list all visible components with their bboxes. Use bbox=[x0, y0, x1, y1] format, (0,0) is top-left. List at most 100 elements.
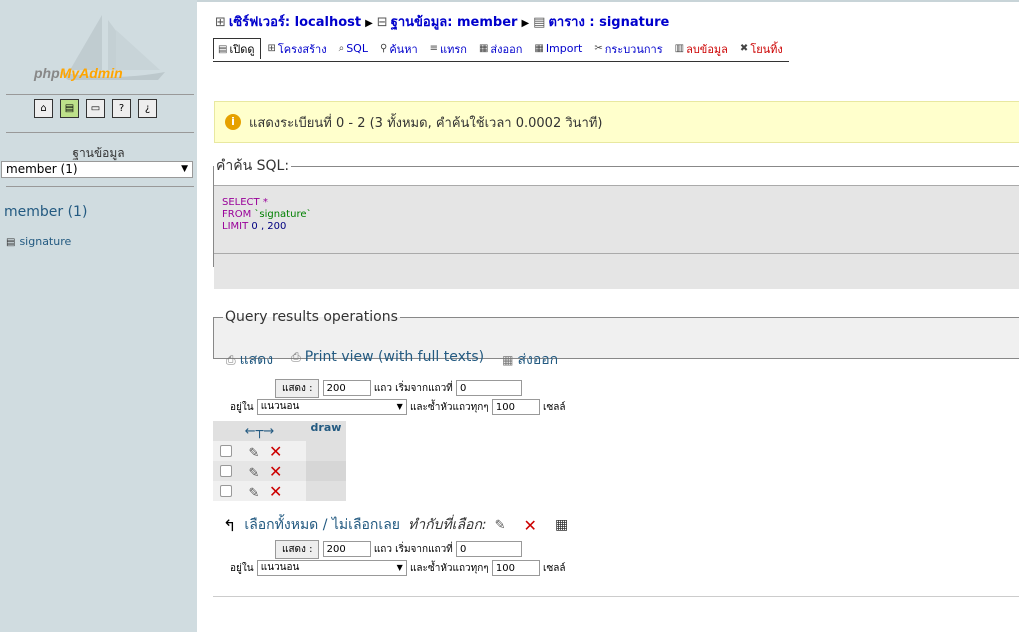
tab-drop[interactable]: ✖ โยนทิ้ง bbox=[736, 38, 789, 59]
repeat-headers-input[interactable]: 100 bbox=[491, 560, 540, 576]
tab-label: โยนทิ้ง bbox=[750, 42, 783, 56]
import-icon: ▦ bbox=[534, 43, 544, 54]
tab-empty[interactable]: ▥ ลบข้อมูล bbox=[671, 38, 734, 59]
pencil-icon[interactable]: ✎ bbox=[239, 446, 269, 461]
tab-browse[interactable]: ▤ เปิดดู bbox=[213, 38, 262, 59]
row-checkbox[interactable] bbox=[220, 464, 232, 477]
start-row-input[interactable]: 0 bbox=[455, 380, 522, 396]
sql-icon: ⌕ bbox=[338, 43, 345, 54]
drop-icon: ✖ bbox=[739, 43, 749, 54]
table-cell bbox=[306, 461, 346, 481]
column-header-draw[interactable]: draw bbox=[306, 421, 346, 441]
breadcrumb-database[interactable]: ฐานข้อมูล: member bbox=[391, 15, 518, 30]
exit-icon[interactable]: ▤ bbox=[60, 99, 79, 118]
table-icon: ▤ bbox=[6, 237, 16, 248]
rows-input[interactable]: 200 bbox=[322, 380, 371, 396]
database-select[interactable]: member (1) ▼ bbox=[1, 161, 193, 178]
sidebar-divider bbox=[6, 132, 194, 133]
row-checkbox[interactable] bbox=[220, 484, 232, 497]
chevron-down-icon: ▼ bbox=[396, 402, 403, 411]
print-view-label: Print view (with full texts) bbox=[304, 349, 485, 365]
home-icon[interactable]: ⌂ bbox=[34, 99, 53, 118]
print-icon: ⎙ bbox=[291, 350, 301, 364]
print-view-link[interactable]: ⎙ Print view (with full texts) bbox=[291, 349, 484, 371]
pencil-icon[interactable]: ✎ bbox=[239, 486, 269, 501]
navigation-row-bottom-2: อยู่ใน แนวนอน ▼ และซ้ำหัวแถวทุกๆ 100 เซลล… bbox=[230, 560, 566, 576]
delete-icon[interactable]: ✕ bbox=[269, 442, 282, 461]
chevron-down-icon: ▼ bbox=[396, 563, 403, 572]
display-mode-select[interactable]: แนวนอน ▼ bbox=[256, 399, 407, 415]
breadcrumb-separator-icon: ▶ bbox=[521, 18, 530, 29]
show-link[interactable]: ⎙ แสดง bbox=[226, 349, 273, 371]
cells-label: เซลล์ bbox=[543, 402, 566, 413]
browse-icon: ▤ bbox=[218, 43, 228, 55]
show-button[interactable]: แสดง : bbox=[275, 379, 320, 398]
display-mode-select[interactable]: แนวนอน ▼ bbox=[256, 560, 407, 576]
show-label: แสดง bbox=[239, 352, 274, 368]
documentation-icon[interactable]: ? bbox=[112, 99, 131, 118]
repeat-label: และซ้ำหัวแถวทุกๆ bbox=[409, 402, 489, 413]
tab-search[interactable]: ⚲ ค้นหา bbox=[376, 38, 424, 59]
tab-bar: ▤ เปิดดู ⊞ โครงสร้าง ⌕ SQL ⚲ ค้นหา ≡ แทรก ▦ ส่… bbox=[213, 38, 789, 62]
export-icon[interactable]: ▦ bbox=[555, 517, 568, 533]
main-content: ⊞ เซิร์ฟเวอร์: localhost ▶ ⊟ ฐานข้อมูล: memb… bbox=[197, 0, 1019, 632]
sql-query-icon[interactable]: ▭ bbox=[86, 99, 105, 118]
tab-insert[interactable]: ≡ แทรก bbox=[426, 38, 473, 59]
rows-input[interactable]: 200 bbox=[322, 541, 371, 557]
arrow-up-left-icon: ↰ bbox=[223, 515, 237, 535]
breadcrumb-server[interactable]: เซิร์ฟเวอร์: localhost bbox=[229, 15, 361, 30]
tab-label: เปิดดู bbox=[229, 43, 255, 56]
in-label: อยู่ใน bbox=[230, 402, 254, 413]
sql-query-box: คำค้น SQL: SELECT * FROM `signature` LIM… bbox=[213, 155, 1019, 289]
search-icon: ⚲ bbox=[379, 43, 388, 54]
database-name-link[interactable]: member (1) bbox=[4, 204, 87, 220]
database-icon: ⊟ bbox=[376, 15, 388, 30]
tab-sql[interactable]: ⌕ SQL bbox=[335, 38, 374, 59]
tab-structure[interactable]: ⊞ โครงสร้าง bbox=[263, 38, 332, 59]
row-checkbox[interactable] bbox=[220, 444, 232, 457]
with-selected-label: ทำกับที่เลือก: bbox=[407, 517, 487, 533]
sql-query-legend: คำค้น SQL: bbox=[216, 158, 290, 174]
tab-label: ส่งออก bbox=[490, 42, 523, 56]
select-all-link[interactable]: เลือกทั้งหมด / ไม่เลือกเลย bbox=[244, 514, 400, 536]
navigation-sidebar: phpMyAdmin ⌂ ▤ ▭ ? ¿ ฐานข้อมูล member (1… bbox=[0, 0, 197, 632]
delete-icon[interactable]: ✕ bbox=[269, 462, 282, 481]
breadcrumb-table[interactable]: ตาราง : signature bbox=[548, 15, 669, 30]
delete-icon[interactable]: ✕ bbox=[524, 516, 537, 535]
mysql-docs-icon[interactable]: ¿ bbox=[138, 99, 157, 118]
export-icon: ▦ bbox=[478, 43, 489, 54]
row-actions: ✎ ✕ bbox=[213, 481, 306, 501]
pencil-icon[interactable]: ✎ bbox=[495, 518, 506, 533]
sidebar-item-label: signature bbox=[19, 235, 72, 248]
show-button[interactable]: แสดง : bbox=[275, 540, 320, 559]
delete-icon[interactable]: ✕ bbox=[269, 482, 282, 501]
column-resize-arrows[interactable]: ←┬→ bbox=[213, 421, 306, 441]
in-label: อยู่ใน bbox=[230, 563, 254, 574]
sql-query-text[interactable]: SELECT * FROM `signature` LIMIT 0 , 200 bbox=[222, 197, 312, 233]
pencil-icon[interactable]: ✎ bbox=[239, 466, 269, 481]
start-label: แถว เริ่มจากแถวที่ bbox=[373, 544, 453, 555]
phpmyadmin-logo[interactable]: phpMyAdmin bbox=[34, 65, 123, 81]
start-label: แถว เริ่มจากแถวที่ bbox=[373, 383, 453, 394]
sidebar-item-signature[interactable]: ▤ signature bbox=[6, 235, 71, 248]
structure-icon: ⊞ bbox=[267, 43, 276, 54]
sql-limit-values: 0 , 200 bbox=[248, 221, 287, 232]
empty-icon: ▥ bbox=[674, 43, 685, 54]
tab-label: Import bbox=[545, 42, 583, 55]
breadcrumb-separator-icon: ▶ bbox=[365, 18, 373, 29]
export-icon: ▦ bbox=[502, 353, 514, 367]
repeat-headers-input[interactable]: 100 bbox=[491, 399, 540, 415]
result-notice: i แสดงระเบียนที่ 0 - 2 (3 ทั้งหมด, คำค้น… bbox=[214, 101, 1019, 143]
tab-operations[interactable]: ✂ กระบวนการ bbox=[590, 38, 668, 59]
tab-import[interactable]: ▦ Import bbox=[530, 38, 588, 59]
table-cell bbox=[306, 441, 346, 461]
sql-query-toolbar bbox=[214, 253, 1019, 289]
table-icon: ▤ bbox=[533, 15, 546, 30]
database-select-value: member (1) bbox=[6, 162, 78, 176]
tab-export[interactable]: ▦ ส่งออก bbox=[475, 38, 528, 59]
export-link[interactable]: ▦ ส่งออก bbox=[502, 349, 558, 371]
start-row-input[interactable]: 0 bbox=[455, 541, 522, 557]
display-mode-value: แนวนอน bbox=[260, 562, 300, 573]
sql-keyword: SELECT bbox=[222, 197, 260, 208]
tab-label: แทรก bbox=[440, 42, 467, 56]
